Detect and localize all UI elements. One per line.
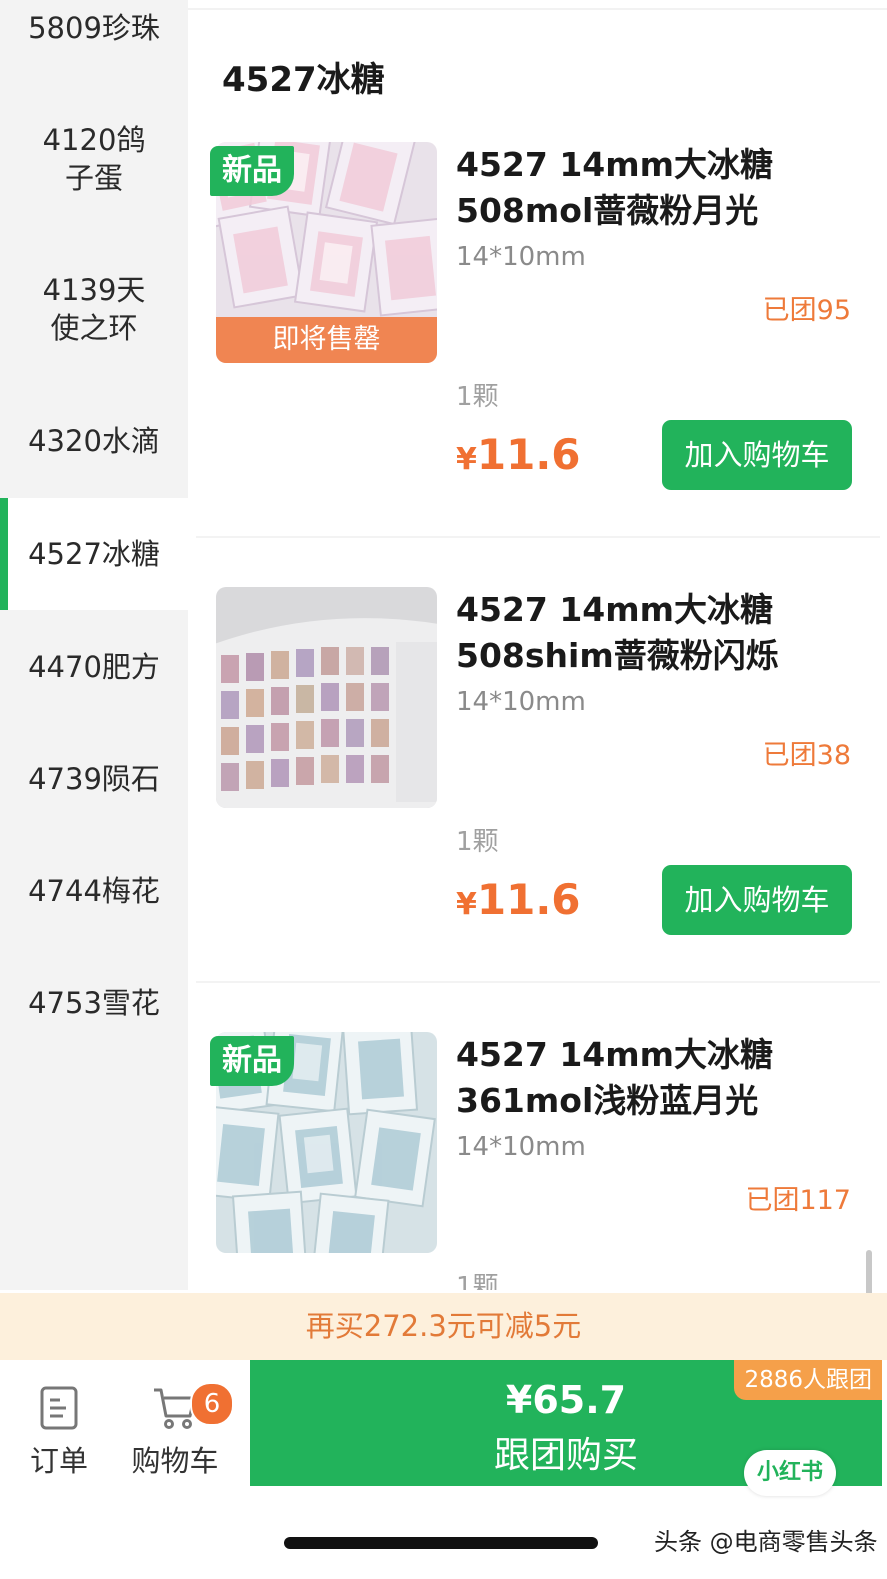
product-spec: 14*10mm xyxy=(456,242,586,272)
sidebar-item-label: 4753雪花 xyxy=(28,986,160,1020)
sidebar-item-label: 4527冰糖 xyxy=(28,537,160,571)
section-title: 4527冰糖 xyxy=(222,60,385,100)
product-title[interactable]: 4527 14mm大冰糖 508mol蔷薇粉月光 xyxy=(456,142,876,234)
product-divider xyxy=(196,981,880,983)
document-icon xyxy=(4,1380,114,1430)
category-sidebar: 5809珍珠 4120鸽子蛋 4139天使之环 4320水滴 4527冰糖 44… xyxy=(0,0,188,1290)
group-joined-count: 已团95 xyxy=(762,295,851,326)
sidebar-item-label: 5809珍珠 xyxy=(28,11,160,45)
sidebar-item-4320[interactable]: 4320水滴 xyxy=(0,386,188,496)
product-price: ¥11.6 xyxy=(456,430,581,479)
sidebar-item-4753[interactable]: 4753雪花 xyxy=(0,948,188,1058)
group-joined-count: 已团117 xyxy=(745,1185,851,1216)
product-image[interactable] xyxy=(216,587,437,808)
sidebar-item-4739[interactable]: 4739陨石 xyxy=(0,724,188,834)
product-unit: 1颗 xyxy=(456,827,499,857)
xiaohongshu-logo: 小红书 xyxy=(744,1450,836,1496)
orders-label: 订单 xyxy=(29,1444,88,1478)
promo-banner: 再买272.3元可减5元 xyxy=(0,1293,887,1360)
sidebar-item-4527[interactable]: 4527冰糖 xyxy=(0,498,188,610)
home-indicator xyxy=(284,1537,598,1549)
sidebar-item-4744[interactable]: 4744梅花 xyxy=(0,836,188,946)
price-value: 11.6 xyxy=(476,430,581,479)
product-title[interactable]: 4527 14mm大冰糖 508shim蔷薇粉闪烁 xyxy=(456,587,876,679)
add-to-cart-button[interactable]: 加入购物车 xyxy=(662,420,852,490)
sidebar-item-label: 4470肥方 xyxy=(28,650,160,684)
sidebar-item-label: 4120鸽子蛋 xyxy=(42,123,146,195)
soldout-banner: 即将售罄 xyxy=(216,317,437,363)
group-joined-count: 已团38 xyxy=(762,740,851,771)
product-unit: 1颗 xyxy=(456,1272,499,1290)
watermark-text: 头条 @电商零售头条 xyxy=(654,1528,878,1556)
price-value: 11.6 xyxy=(476,875,581,924)
product-card[interactable]: 4527 14mm大冰糖 508shim蔷薇粉闪烁 14*10mm 已团38 1… xyxy=(188,587,887,967)
product-spec: 14*10mm xyxy=(456,687,586,717)
cart-label: 购物车 xyxy=(131,1444,219,1478)
product-title[interactable]: 4527 14mm大冰糖 361mol浅粉蓝月光 xyxy=(456,1032,876,1124)
sidebar-item-label: 4320水滴 xyxy=(28,424,160,458)
sidebar-item-4470[interactable]: 4470肥方 xyxy=(0,612,188,722)
cart-tab[interactable]: 购物车 6 xyxy=(120,1380,234,1480)
sidebar-item-label: 4139天使之环 xyxy=(42,273,146,345)
sidebar-item-4120[interactable]: 4120鸽子蛋 xyxy=(0,104,188,214)
sidebar-item-4139[interactable]: 4139天使之环 xyxy=(0,254,188,364)
sidebar-item-label: 4739陨石 xyxy=(28,762,160,796)
sidebar-item-label: 4744梅花 xyxy=(28,874,160,908)
product-price: ¥11.6 xyxy=(456,875,581,924)
group-count-badge: 2886人跟团 xyxy=(734,1360,882,1400)
currency-symbol: ¥ xyxy=(456,887,477,922)
product-unit: 1颗 xyxy=(456,382,499,412)
active-indicator xyxy=(0,498,8,610)
new-badge: 新品 xyxy=(210,1036,294,1086)
currency-symbol: ¥ xyxy=(456,442,477,477)
product-spec: 14*10mm xyxy=(456,1132,586,1162)
add-to-cart-button[interactable]: 加入购物车 xyxy=(662,865,852,935)
cart-count-badge: 6 xyxy=(190,1382,234,1426)
sidebar-item-5809[interactable]: 5809珍珠 xyxy=(0,0,188,56)
product-card[interactable]: 新品 4527 14mm大冰糖 361mol浅粉蓝月光 14*10mm 已团11… xyxy=(188,1032,887,1290)
product-card[interactable]: 即将售罄 新品 4527 14mm大冰糖 508mol蔷薇粉月光 14*10mm… xyxy=(188,142,887,522)
new-badge: 新品 xyxy=(210,146,294,196)
orders-tab[interactable]: 订单 xyxy=(4,1380,114,1480)
product-divider xyxy=(196,536,880,538)
